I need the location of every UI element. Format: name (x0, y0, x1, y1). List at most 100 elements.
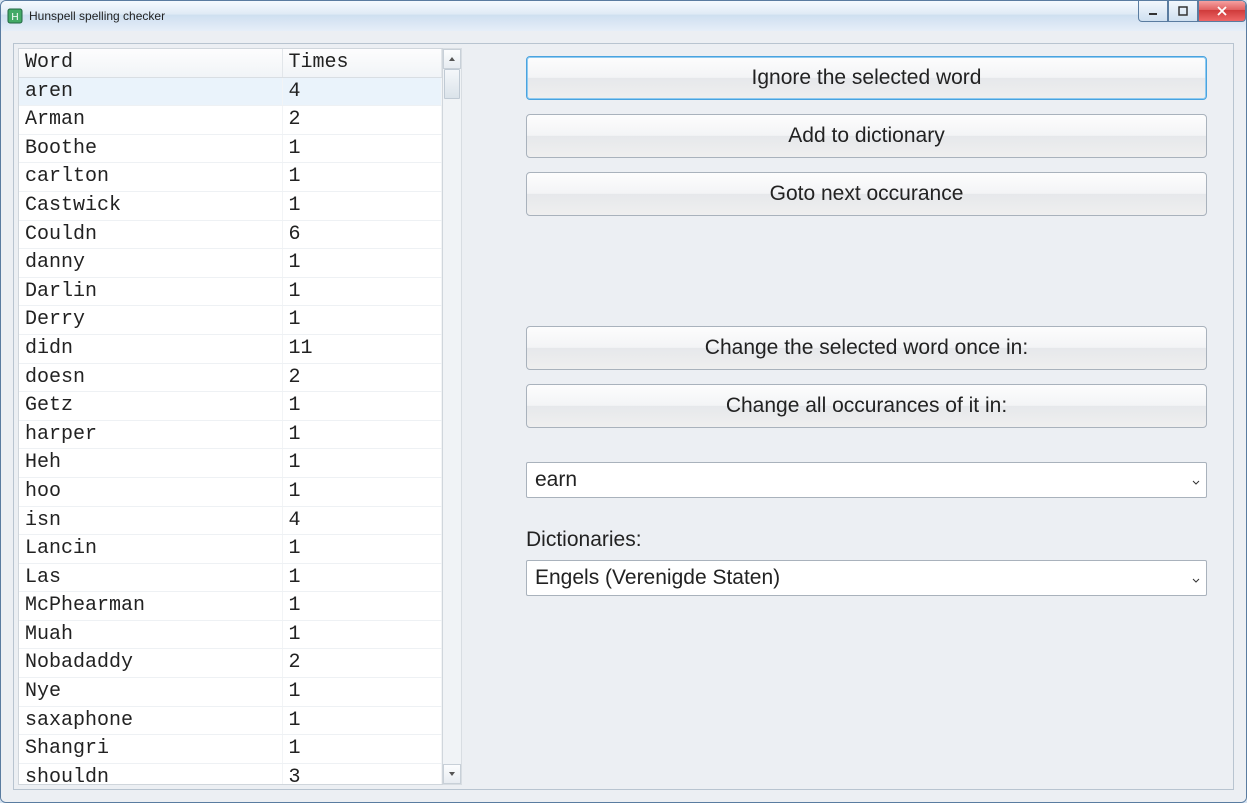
cell-times: 1 (282, 420, 442, 449)
cell-times: 1 (282, 678, 442, 707)
table-row[interactable]: carlton1 (19, 163, 442, 192)
add-to-dictionary-button[interactable]: Add to dictionary (526, 114, 1207, 158)
cell-word: McPhearman (19, 592, 282, 621)
app-window: H Hunspell spelling checker Word Times (0, 0, 1247, 803)
cell-word: Arman (19, 106, 282, 135)
cell-times: 1 (282, 191, 442, 220)
client-area: Word Times aren4Arman2Boothe1carlton1Cas… (1, 31, 1246, 802)
table-row[interactable]: Shangri1 (19, 735, 442, 764)
change-once-button[interactable]: Change the selected word once in: (526, 326, 1207, 370)
cell-times: 2 (282, 106, 442, 135)
cell-word: shouldn (19, 763, 282, 785)
table-row[interactable]: danny1 (19, 249, 442, 278)
vertical-scrollbar[interactable] (443, 48, 462, 785)
minimize-button[interactable] (1138, 1, 1168, 22)
cell-times: 1 (282, 163, 442, 192)
close-button[interactable] (1198, 1, 1246, 22)
scroll-thumb[interactable] (444, 69, 460, 99)
table-row[interactable]: hoo1 (19, 477, 442, 506)
cell-times: 1 (282, 592, 442, 621)
chevron-down-icon (1192, 468, 1200, 492)
spacer (526, 230, 1207, 326)
table-row[interactable]: Nye1 (19, 678, 442, 707)
cell-times: 1 (282, 563, 442, 592)
table-row[interactable]: Muah1 (19, 620, 442, 649)
cell-times: 1 (282, 249, 442, 278)
cell-times: 1 (282, 449, 442, 478)
cell-times: 1 (282, 477, 442, 506)
cell-word: Castwick (19, 191, 282, 220)
cell-word: Nye (19, 678, 282, 707)
change-all-button[interactable]: Change all occurances of it in: (526, 384, 1207, 428)
table-row[interactable]: aren4 (19, 77, 442, 106)
table-row[interactable]: doesn2 (19, 363, 442, 392)
column-header-times[interactable]: Times (282, 49, 442, 77)
column-header-word[interactable]: Word (19, 49, 282, 77)
dictionaries-label: Dictionaries: (526, 528, 1207, 552)
ignore-button[interactable]: Ignore the selected word (526, 56, 1207, 100)
cell-times: 1 (282, 706, 442, 735)
dictionaries-value: Engels (Verenigde Staten) (535, 566, 780, 590)
cell-times: 1 (282, 620, 442, 649)
cell-word: danny (19, 249, 282, 278)
table-row[interactable]: Couldn6 (19, 220, 442, 249)
cell-times: 4 (282, 506, 442, 535)
table-row[interactable]: McPhearman1 (19, 592, 442, 621)
window-title: Hunspell spelling checker (29, 9, 165, 23)
cell-times: 1 (282, 735, 442, 764)
cell-times: 1 (282, 306, 442, 335)
maximize-button[interactable] (1168, 1, 1198, 22)
scroll-down-button[interactable] (443, 764, 461, 784)
table-row[interactable]: didn11 (19, 334, 442, 363)
table-row[interactable]: Las1 (19, 563, 442, 592)
cell-word: Heh (19, 449, 282, 478)
suggestion-combo[interactable]: earn (526, 462, 1207, 498)
chevron-down-icon (1192, 566, 1200, 590)
scroll-up-button[interactable] (443, 49, 461, 69)
titlebar[interactable]: H Hunspell spelling checker (1, 1, 1246, 32)
table-row[interactable]: Arman2 (19, 106, 442, 135)
word-table-container: Word Times aren4Arman2Boothe1carlton1Cas… (18, 48, 443, 785)
cell-word: Muah (19, 620, 282, 649)
cell-word: Shangri (19, 735, 282, 764)
cell-times: 1 (282, 392, 442, 421)
table-row[interactable]: Getz1 (19, 392, 442, 421)
table-row[interactable]: Darlin1 (19, 277, 442, 306)
cell-word: aren (19, 77, 282, 106)
cell-times: 4 (282, 77, 442, 106)
table-row[interactable]: Lancin1 (19, 535, 442, 564)
suggestion-value: earn (535, 468, 577, 492)
cell-word: hoo (19, 477, 282, 506)
table-row[interactable]: shouldn3 (19, 763, 442, 785)
goto-next-button[interactable]: Goto next occurance (526, 172, 1207, 216)
table-row[interactable]: saxaphone1 (19, 706, 442, 735)
table-row[interactable]: Derry1 (19, 306, 442, 335)
cell-times: 3 (282, 763, 442, 785)
table-row[interactable]: Heh1 (19, 449, 442, 478)
cell-word: Getz (19, 392, 282, 421)
table-row[interactable]: Nobadaddy2 (19, 649, 442, 678)
window-controls (1138, 1, 1246, 21)
cell-word: saxaphone (19, 706, 282, 735)
table-row[interactable]: Castwick1 (19, 191, 442, 220)
word-table[interactable]: Word Times aren4Arman2Boothe1carlton1Cas… (19, 49, 442, 785)
cell-word: didn (19, 334, 282, 363)
cell-times: 2 (282, 363, 442, 392)
cell-word: isn (19, 506, 282, 535)
actions-pane: Ignore the selected word Add to dictiona… (466, 44, 1233, 789)
cell-times: 11 (282, 334, 442, 363)
table-row[interactable]: isn4 (19, 506, 442, 535)
cell-word: Derry (19, 306, 282, 335)
dictionaries-combo[interactable]: Engels (Verenigde Staten) (526, 560, 1207, 596)
cell-times: 1 (282, 134, 442, 163)
word-list-pane: Word Times aren4Arman2Boothe1carlton1Cas… (14, 44, 466, 789)
cell-times: 1 (282, 277, 442, 306)
table-row[interactable]: Boothe1 (19, 134, 442, 163)
table-row[interactable]: harper1 (19, 420, 442, 449)
cell-times: 1 (282, 535, 442, 564)
cell-word: Nobadaddy (19, 649, 282, 678)
svg-text:H: H (11, 12, 18, 23)
content-panel: Word Times aren4Arman2Boothe1carlton1Cas… (13, 43, 1234, 790)
cell-word: Darlin (19, 277, 282, 306)
spacer (526, 442, 1207, 462)
